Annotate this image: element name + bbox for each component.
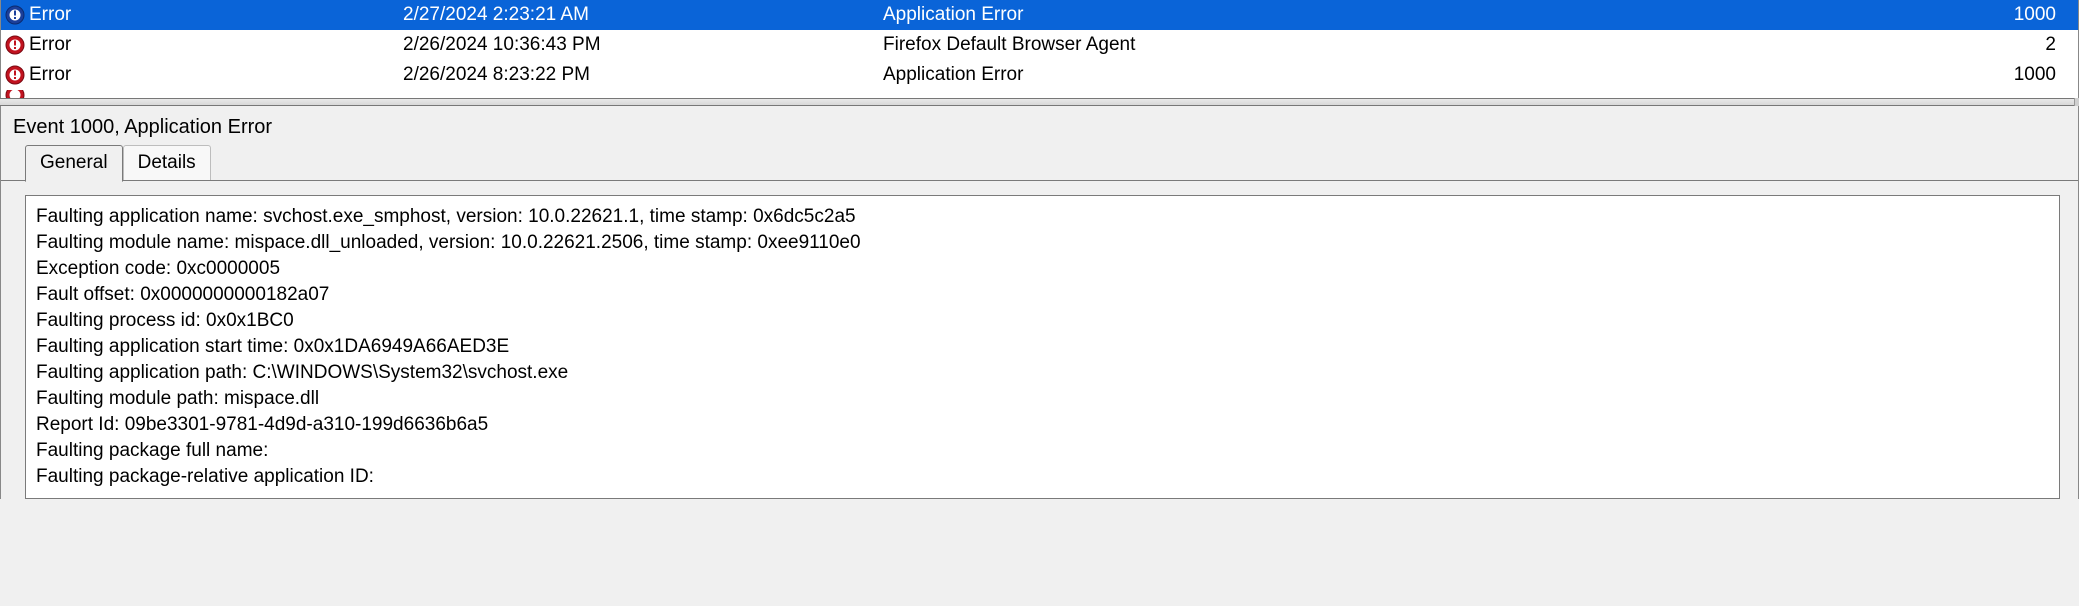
event-row[interactable]: Error 2/27/2024 2:23:21 AM Application E… [1, 0, 2078, 30]
tab-strip: General Details [1, 145, 2078, 181]
event-row[interactable] [1, 90, 2078, 98]
event-detail-header: Event 1000, Application Error [1, 106, 2078, 145]
event-list[interactable]: Error 2/27/2024 2:23:21 AM Application E… [0, 0, 2079, 98]
error-icon [5, 5, 25, 25]
pane-splitter[interactable] [0, 98, 2079, 106]
event-detail-pane: Event 1000, Application Error General De… [0, 106, 2079, 499]
event-level: Error [29, 64, 71, 86]
event-id: 1000 [1463, 4, 2074, 26]
event-date: 2/26/2024 10:36:43 PM [403, 34, 883, 56]
event-date: 2/27/2024 2:23:21 AM [403, 4, 883, 26]
event-date: 2/26/2024 8:23:22 PM [403, 64, 883, 86]
event-level: Error [29, 34, 71, 56]
error-icon [5, 65, 25, 85]
event-id: 1000 [1463, 64, 2074, 86]
event-source: Application Error [883, 64, 1463, 86]
tab-details[interactable]: Details [123, 145, 211, 181]
event-row[interactable]: Error 2/26/2024 10:36:43 PM Firefox Defa… [1, 30, 2078, 60]
event-id: 2 [1463, 34, 2074, 56]
error-icon [5, 35, 25, 55]
event-text-box[interactable]: Faulting application name: svchost.exe_s… [25, 195, 2060, 499]
error-icon [5, 90, 25, 98]
event-source: Firefox Default Browser Agent [883, 34, 1463, 56]
tab-general[interactable]: General [25, 145, 123, 182]
event-source: Application Error [883, 4, 1463, 26]
event-level: Error [29, 4, 71, 26]
event-row[interactable]: Error 2/26/2024 8:23:22 PM Application E… [1, 60, 2078, 90]
event-text: Faulting application name: svchost.exe_s… [26, 196, 2059, 498]
